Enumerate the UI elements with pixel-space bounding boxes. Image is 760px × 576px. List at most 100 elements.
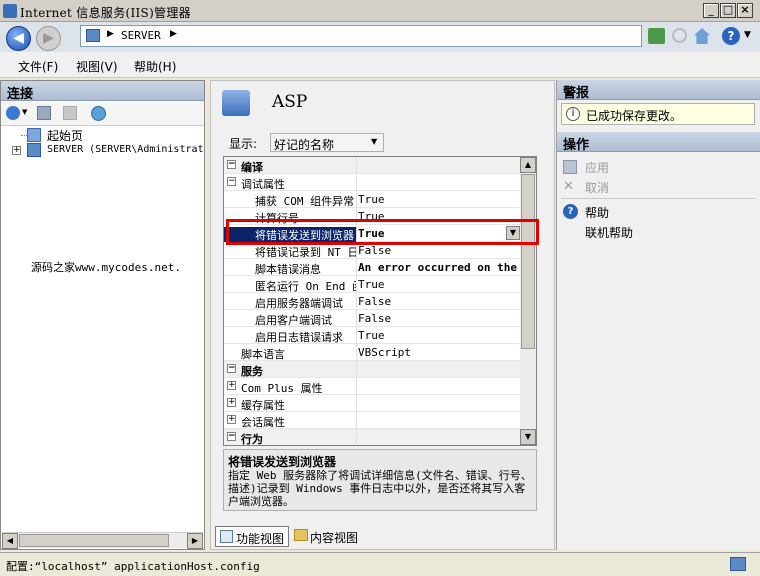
property-grid[interactable]: − 编译 − 调试属性 捕获 COM 组件异常 True 计算行号 True ▼ 将错误发送到浏览… [223, 156, 537, 446]
property-value[interactable]: False [358, 244, 521, 259]
chevron-down-icon[interactable]: ▼ [371, 137, 377, 146]
left-hscrollbar[interactable]: ◀ ▶ [2, 532, 203, 549]
property-value[interactable] [358, 397, 521, 412]
category-label: 服务 [241, 365, 263, 378]
title-bar: Internet 信息服务(IIS)管理器 _ □ × [0, 0, 760, 22]
property-row[interactable]: − 行为 [224, 429, 521, 445]
column-separator [356, 259, 357, 276]
tree-item-server[interactable]: SERVER (SERVER\Administrat [47, 144, 204, 155]
scroll-right-button[interactable]: ▶ [187, 533, 203, 549]
display-select[interactable]: 好记的名称 ▼ [270, 133, 384, 152]
action-help[interactable]: 帮助 [585, 204, 609, 221]
property-row[interactable]: 捕获 COM 组件异常 True [224, 191, 521, 208]
property-row[interactable]: + Com Plus 属性 [224, 378, 521, 395]
property-value [358, 431, 521, 445]
property-value[interactable]: VBScript [358, 346, 521, 361]
property-value[interactable]: An error occurred on the [358, 261, 521, 276]
menu-file[interactable]: 文件(F) [18, 58, 58, 75]
tab-content-view[interactable]: 内容视图 [292, 526, 362, 547]
property-row[interactable]: − 调试属性 [224, 174, 521, 191]
property-value[interactable]: True [358, 193, 521, 208]
property-row[interactable]: 启用日志错误请求 True [224, 327, 521, 344]
connect-icon[interactable] [6, 106, 20, 120]
connections-tree: 起始页 + SERVER (SERVER\Administrat [7, 127, 204, 167]
actions-pane: 警报 i 已成功保存更改。 操作 应用 ✕ 取消 ? 帮助 联机帮助 [556, 80, 760, 550]
scroll-up-button[interactable]: ▲ [520, 157, 536, 173]
disconnect-icon[interactable] [91, 106, 106, 121]
column-separator [356, 327, 357, 344]
feature-title: ASP [272, 92, 308, 112]
property-name: 启用客户端调试 [255, 314, 332, 327]
property-row[interactable]: 脚本语言 VBScript [224, 344, 521, 361]
refresh-icon[interactable] [648, 28, 665, 44]
property-name: 捕获 COM 组件异常 [255, 195, 355, 208]
scroll-down-button[interactable]: ▼ [520, 429, 536, 445]
menu-help[interactable]: 帮助(H) [134, 58, 176, 75]
watermark-text: 源码之家www.mycodes.net. [31, 261, 181, 274]
column-separator [356, 293, 357, 310]
forward-button[interactable]: ▶ [36, 26, 61, 51]
alert-box: i 已成功保存更改。 [561, 103, 755, 125]
property-row[interactable]: − 编译 [224, 157, 521, 174]
column-separator [356, 174, 357, 191]
window-title: Internet 信息服务(IIS)管理器 [20, 6, 191, 20]
address-path[interactable]: SERVER [121, 29, 161, 42]
property-value[interactable] [358, 176, 521, 191]
property-value[interactable]: True [358, 278, 521, 293]
home-icon[interactable] [694, 28, 710, 44]
display-select-value: 好记的名称 [274, 138, 335, 152]
scroll-left-button[interactable]: ◀ [2, 533, 18, 549]
column-separator [356, 378, 357, 395]
address-bar[interactable]: ▶ SERVER ▶ [80, 25, 642, 47]
property-row[interactable]: 脚本错误消息 An error occurred on the [224, 259, 521, 276]
property-value[interactable] [358, 380, 521, 395]
help-icon[interactable]: ? [722, 27, 740, 45]
property-row[interactable]: 匿名运行 On End 函数True [224, 276, 521, 293]
action-cancel[interactable]: 取消 [585, 179, 609, 196]
help-dropdown-icon[interactable]: ▼ [744, 30, 751, 40]
connections-pane: 连接 ▼ 起始页 + SERVER (SERVER\Administrat 源码… [0, 80, 205, 550]
asp-feature-icon [222, 90, 250, 116]
tree-expand-icon[interactable]: + [12, 146, 21, 155]
property-row[interactable]: 启用客户端调试 False [224, 310, 521, 327]
connections-header: 连接 [1, 81, 204, 102]
maximize-button[interactable]: □ [720, 3, 736, 18]
status-server-icon [730, 557, 746, 571]
grid-scroll-thumb[interactable] [521, 174, 535, 349]
menu-view[interactable]: 视图(V) [76, 58, 118, 75]
stop-icon[interactable] [672, 28, 687, 43]
column-separator [356, 276, 357, 293]
address-chevron-icon: ▶ [107, 29, 114, 39]
property-value[interactable] [358, 414, 521, 429]
grid-vscrollbar[interactable]: ▲ ▼ [520, 157, 536, 445]
address-chevron-end-icon[interactable]: ▶ [170, 29, 177, 39]
property-name: 调试属性 [241, 178, 285, 191]
content-view-icon [294, 529, 308, 541]
action-apply[interactable]: 应用 [585, 159, 609, 176]
property-value[interactable]: False [358, 295, 521, 310]
column-separator [356, 310, 357, 327]
property-value[interactable]: True [358, 329, 521, 344]
property-row[interactable]: + 会话属性 [224, 412, 521, 429]
status-text: 配置:“localhost” applicationHost.config [6, 560, 260, 573]
back-button[interactable]: ◀ [6, 26, 31, 51]
tree-item-start-page[interactable]: 起始页 [47, 127, 83, 144]
action-online-help[interactable]: 联机帮助 [585, 224, 633, 241]
property-row[interactable]: − 服务 [224, 361, 521, 378]
up-icon[interactable] [63, 106, 77, 120]
connect-dropdown-icon[interactable]: ▼ [22, 108, 27, 116]
save-icon[interactable] [37, 106, 51, 120]
minimize-button[interactable]: _ [703, 3, 719, 18]
address-toolbar: ◀ ▶ ▶ SERVER ▶ ? ▼ [0, 22, 760, 52]
property-row[interactable]: 启用服务器端调试 False [224, 293, 521, 310]
tab-features-view[interactable]: 功能视图 [215, 526, 289, 547]
menu-bar: 文件(F) 视图(V) 帮助(H) [0, 52, 760, 78]
column-separator [356, 344, 357, 361]
status-bar: 配置:“localhost” applicationHost.config [0, 552, 760, 576]
close-button[interactable]: × [737, 3, 753, 18]
scroll-thumb[interactable] [19, 534, 169, 547]
start-page-icon [27, 128, 41, 142]
actions-header: 操作 [557, 132, 760, 153]
property-row[interactable]: + 缓存属性 [224, 395, 521, 412]
property-value[interactable]: False [358, 312, 521, 327]
